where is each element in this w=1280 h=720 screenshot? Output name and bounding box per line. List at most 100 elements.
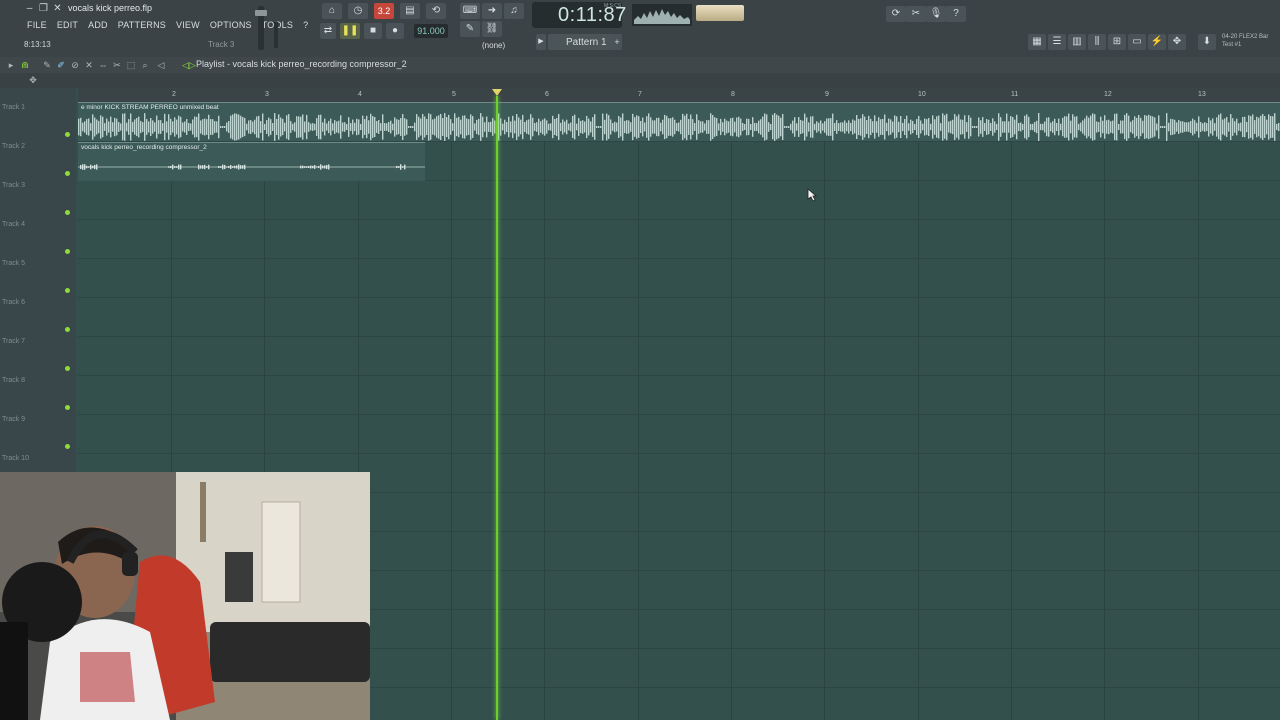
metronome-icon[interactable]: ⌂ [322,3,342,19]
clip-title: e minor KICK STREAM PERREO unmixed beat [81,104,219,111]
news-panel[interactable]: 04-20 FLEX2 Bar Test #1 [1222,33,1268,49]
pattern-selector[interactable]: (none) [482,41,505,50]
channel-rack-icon[interactable]: ☰ [1048,34,1066,50]
move-icon[interactable]: ✥ [28,75,38,85]
track-label[interactable]: Track 1 [2,104,25,111]
track-label[interactable]: Track 9 [2,416,25,423]
plugin-picker-icon[interactable]: ▭ [1128,34,1146,50]
minimize-icon[interactable]: – [24,3,35,14]
pattern-prev-icon[interactable]: ▶ [536,34,546,50]
track-mute-indicator[interactable] [65,444,70,449]
track-label[interactable]: Track 7 [2,338,25,345]
cut-icon[interactable]: ✂ [906,6,926,22]
webcam-overlay [0,472,370,720]
track-divider [78,336,1280,337]
link-icon[interactable]: ⛓ [482,21,502,37]
menu-view[interactable]: VIEW [171,18,205,32]
bar-line [544,102,545,720]
slip-tool-icon[interactable]: ⇔ [98,60,108,70]
track-mute-indicator[interactable] [65,327,70,332]
blend-notes-icon[interactable]: ♫ [504,3,524,19]
plugin-icon[interactable]: ⚡ [1148,34,1166,50]
track-label[interactable]: Track 8 [2,377,25,384]
pattern-add-icon[interactable]: + [612,34,622,50]
bar-line [824,102,825,720]
playhead-marker[interactable] [492,89,502,96]
bar-number: 11 [1011,91,1019,98]
bar-number: 4 [358,91,362,98]
mixer-icon[interactable]: ⫼ [1088,34,1106,50]
help-icon[interactable]: ? [946,6,966,22]
audio-clip[interactable]: e minor KICK STREAM PERREO unmixed beat [78,102,1280,141]
playback-tool-icon[interactable]: ◁ [156,60,166,70]
track-mute-indicator[interactable] [65,288,70,293]
playlist-arrow-icon[interactable]: ◁▷ [182,60,196,70]
main-menu: FILE EDIT ADD PATTERNS VIEW OPTIONS TOOL… [22,18,313,32]
microphone-icon[interactable]: 🎙 [926,6,946,22]
paint-tool-icon[interactable]: ✐ [56,60,66,70]
track-mute-indicator[interactable] [65,171,70,176]
news-subtitle: Test #1 [1222,42,1242,48]
touch-keyboard-icon[interactable]: ✥ [1168,34,1186,50]
track-label[interactable]: Track 4 [2,221,25,228]
record-button[interactable]: ● [386,23,404,39]
project-filename: vocals kick perreo.flp [68,3,153,13]
restore-icon[interactable]: ❐ [38,3,49,14]
menu-add[interactable]: ADD [83,18,113,32]
piano-roll-icon[interactable]: ▥ [1068,34,1086,50]
zoom-tool-icon[interactable]: ⌕ [140,60,150,70]
menu-options[interactable]: OPTIONS [205,18,257,32]
snap-icon[interactable]: ✎ [460,21,480,37]
typing-keyboard-icon[interactable]: ⌨ [460,3,480,19]
track-mute-indicator[interactable] [65,249,70,254]
mute-tool-icon[interactable]: ✕ [84,60,94,70]
wait-record-icon[interactable]: ◷ [348,3,368,19]
undo-icon[interactable]: ⟳ [886,6,906,22]
bar-line [918,102,919,720]
countdown-button[interactable]: 3.2 [374,3,394,19]
menu-edit[interactable]: EDIT [52,18,83,32]
browser-icon[interactable]: ⊞ [1108,34,1126,50]
track-mute-indicator[interactable] [65,132,70,137]
news-title: 04-20 FLEX2 Bar [1222,34,1269,40]
playhead[interactable] [496,96,498,720]
pattern-song-toggle-icon[interactable]: ⇄ [320,23,336,39]
track-label[interactable]: Track 6 [2,299,25,306]
snap-magnet-icon[interactable]: ⋒ [20,60,30,70]
recording-icon[interactable]: ➜ [482,3,502,19]
menu-patterns[interactable]: PATTERNS [113,18,171,32]
track-mute-indicator[interactable] [65,366,70,371]
pause-button[interactable]: ❚❚ [340,23,360,39]
track-label[interactable]: Track 10 [2,455,29,462]
playlist-title: Playlist - vocals kick perreo_recording … [196,59,407,69]
hint-bar-value: 8:13:13 [24,40,51,49]
bar-number: 2 [172,91,176,98]
master-volume-handle[interactable] [255,10,267,16]
stop-button[interactable]: ■ [364,23,382,39]
bar-number: 13 [1198,91,1206,98]
playlist-menu-icon[interactable]: ▸ [6,60,16,70]
close-icon[interactable]: ✕ [52,3,63,14]
select-tool-icon[interactable]: ⬚ [126,60,136,70]
timeline-ruler[interactable] [78,88,1280,102]
track-mute-indicator[interactable] [65,210,70,215]
track-mute-indicator[interactable] [65,405,70,410]
audio-clip[interactable]: vocals kick perreo_recording compressor_… [78,142,425,181]
delete-tool-icon[interactable]: ⊘ [70,60,80,70]
track-label[interactable]: Track 5 [2,260,25,267]
bar-number: 8 [731,91,735,98]
menu-help[interactable]: ? [298,18,313,32]
playlist-window-icon[interactable]: ▦ [1028,34,1046,50]
slice-tool-icon[interactable]: ✂ [112,60,122,70]
track-label[interactable]: Track 2 [2,143,25,150]
draw-tool-icon[interactable]: ✎ [42,60,52,70]
track-label[interactable]: Track 3 [2,182,25,189]
tempo-field[interactable]: 91.000 [414,24,448,38]
cpu-memory-meter [696,5,744,21]
step-edit-icon[interactable]: ▤ [400,3,420,19]
track-divider [78,219,1280,220]
download-icon[interactable]: ⬇ [1198,34,1216,50]
master-pitch-slider[interactable] [274,22,278,48]
loop-record-icon[interactable]: ⟲ [426,3,446,19]
menu-file[interactable]: FILE [22,18,52,32]
